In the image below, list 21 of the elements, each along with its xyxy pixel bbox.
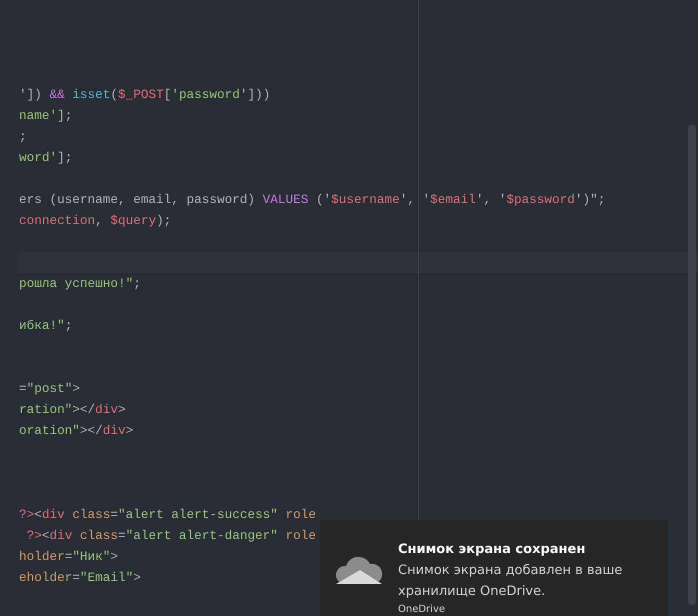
code-line: ?><div class="alert alert-success" role [19,507,316,522]
code-line: connection, $query); [19,213,172,228]
toast-message: Снимок экрана добавлен в ваше хранилище OneDrive. [398,562,624,601]
code-line: oration"></div> [19,423,134,438]
code-line: ration"></div> [19,402,126,417]
cloud-icon [334,554,384,586]
code-line: word']; [19,150,72,165]
code-line: ']) && isset($_POST['password'])) [19,87,270,102]
code-line: ers (username, email, password) VALUES ('$username', '$email', '$password')"; [19,192,606,207]
code-line: ибка!"; [19,318,72,333]
scrollbar-thumb[interactable] [688,125,696,605]
code-line: holder="Ник"> [19,549,118,564]
code-line: ?><div class="alert alert-danger" role [26,528,316,543]
code-line: ="post"> [19,381,80,396]
code-line: eholder="Email"> [19,570,141,585]
toast-title: Снимок экрана сохранен [398,541,586,559]
notification-toast[interactable]: Снимок экрана сохранен Снимок экрана добавлен в ваше хранилище OneDrive. OneDrive [320,520,668,616]
code-line: рошла успешно!"; [19,276,141,291]
code-line: name']; [19,108,72,123]
toast-source: OneDrive [398,603,446,616]
code-line: ; [19,129,27,144]
